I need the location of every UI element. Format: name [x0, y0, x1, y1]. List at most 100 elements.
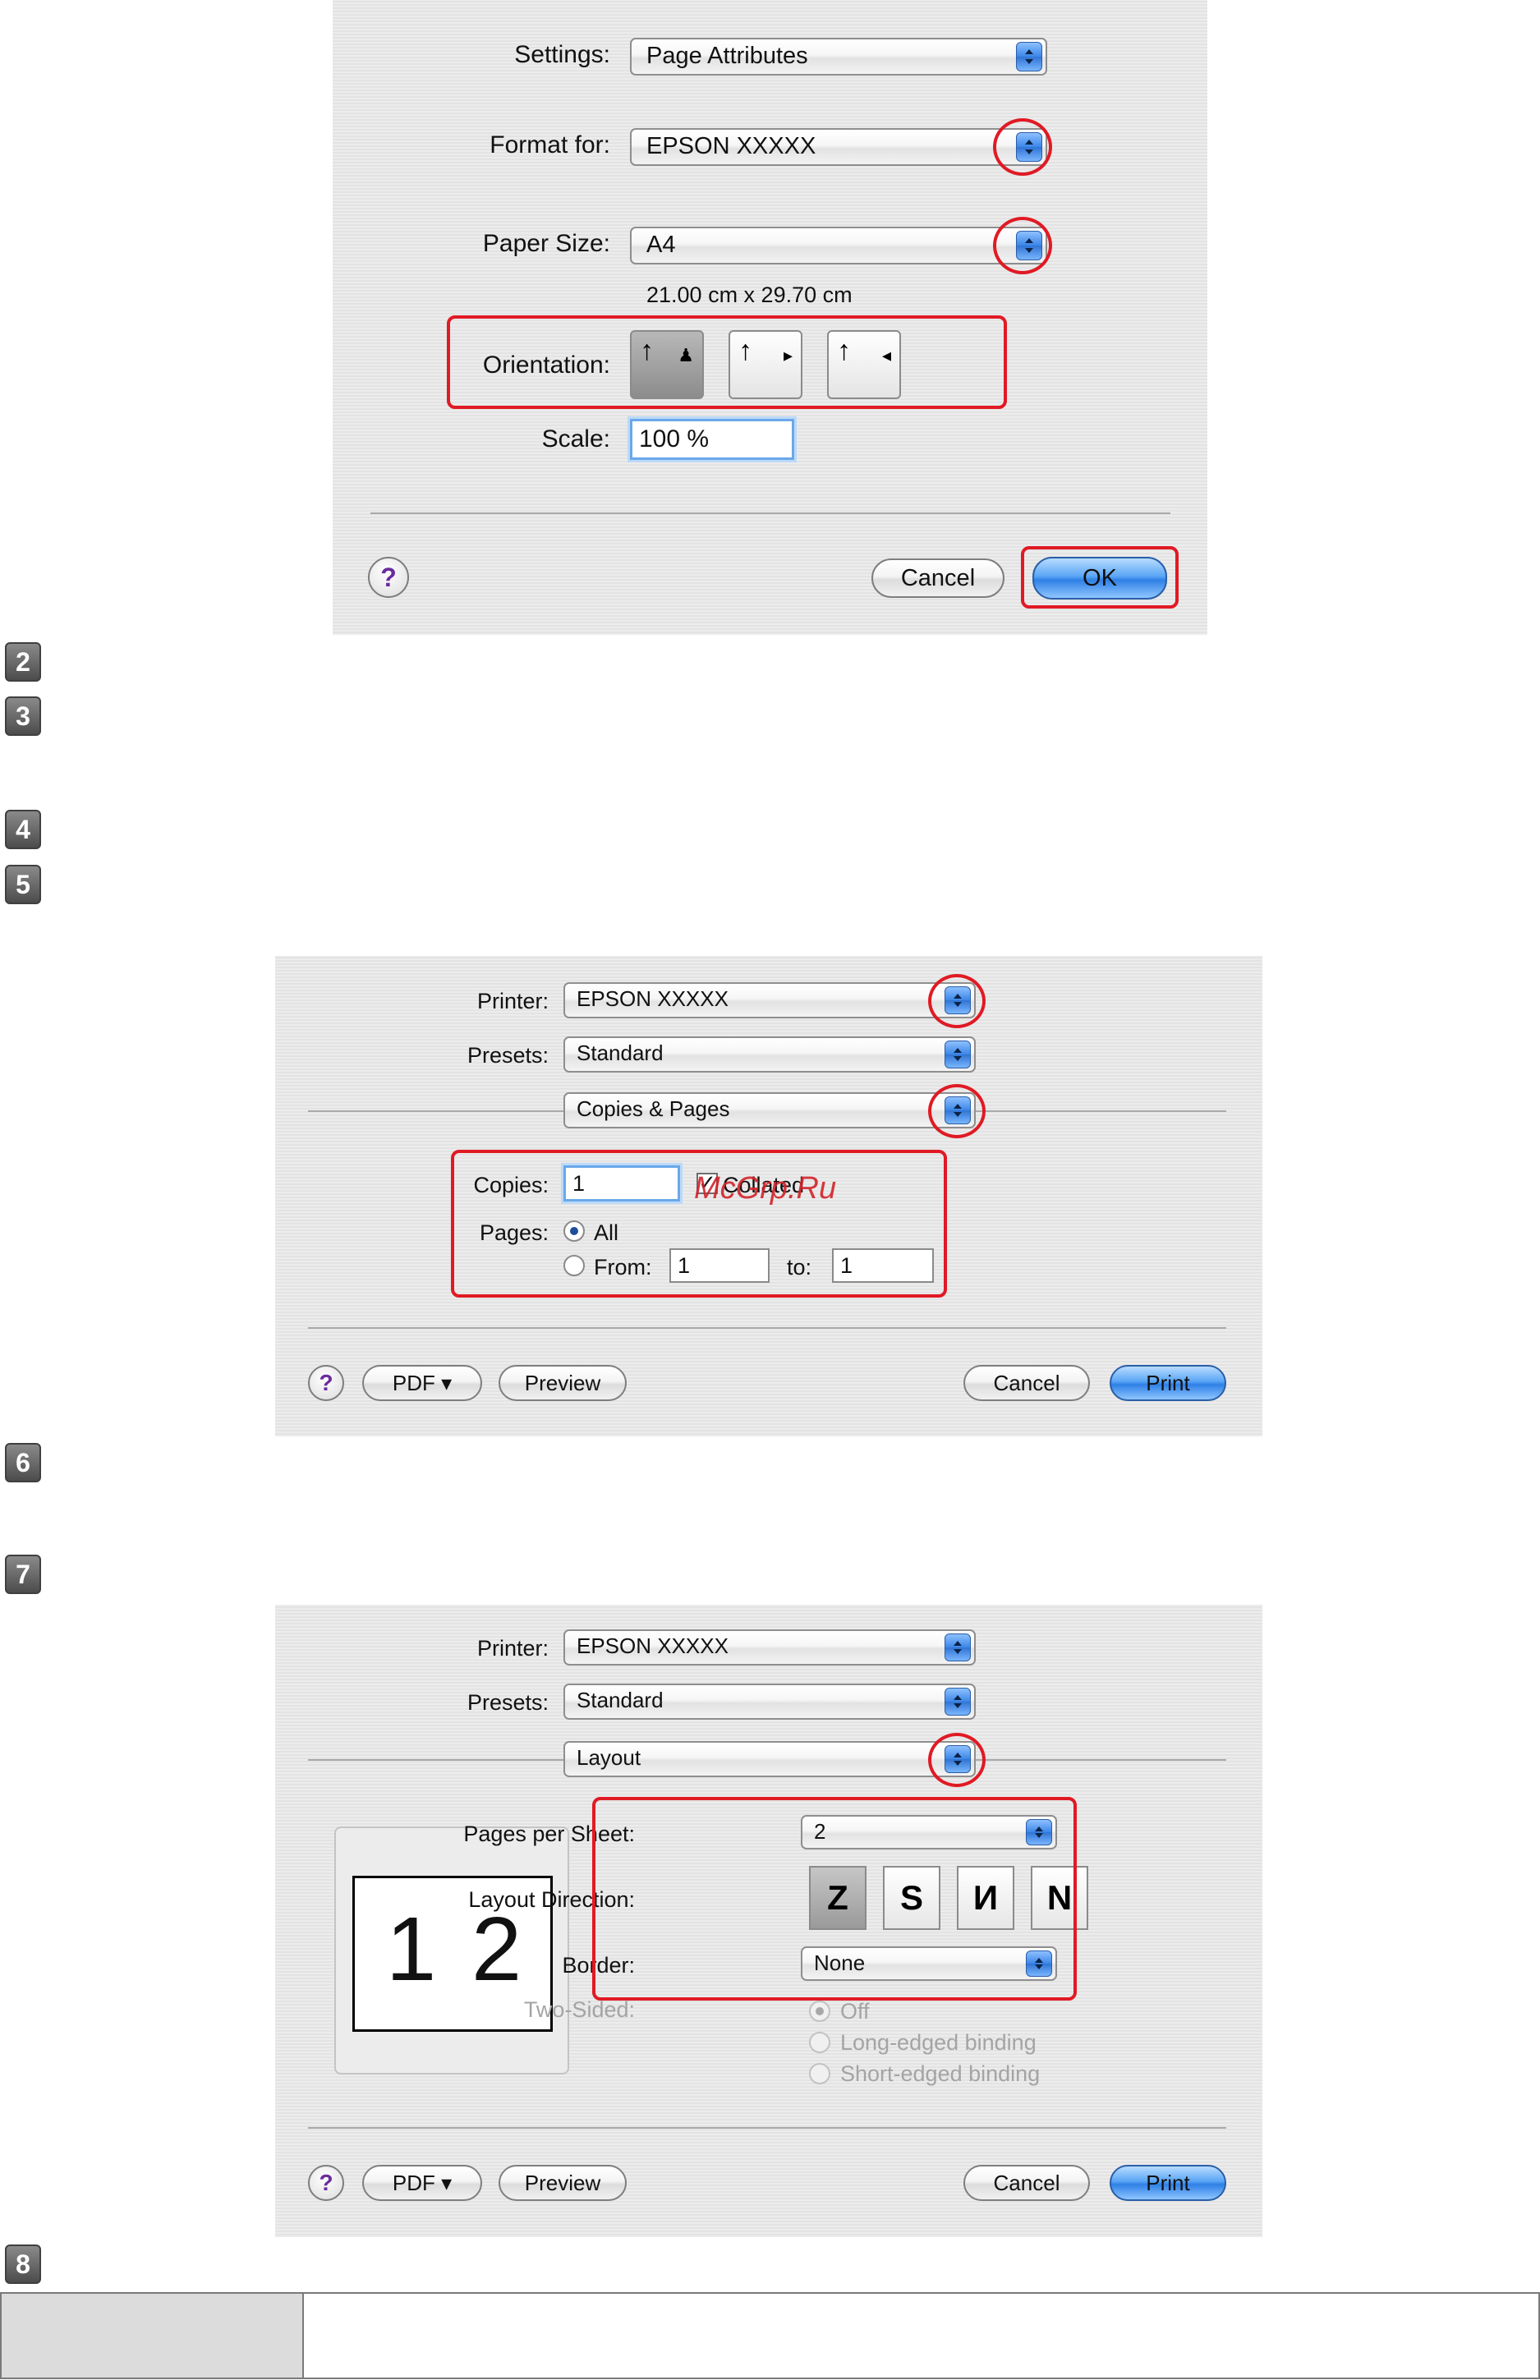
pages-from-input[interactable]: 1 [669, 1248, 770, 1283]
table-body-cell [304, 2294, 1538, 2378]
settings-value: Page Attributes [646, 43, 808, 69]
step-badge: 6 [5, 1443, 41, 1482]
table-header-cell [2, 2294, 304, 2378]
scale-label: Scale: [541, 425, 610, 453]
paper-size-value: A4 [646, 232, 676, 258]
layout-direction-n-button[interactable]: N [1031, 1866, 1088, 1930]
two-sided-short-label: Short-edged binding [840, 2061, 1041, 2086]
divider [308, 2127, 1226, 2129]
info-table [0, 2292, 1540, 2379]
settings-popup[interactable]: Page Attributes [630, 38, 1047, 76]
two-sided-short-radio[interactable] [809, 2063, 830, 2084]
pane-popup[interactable]: Layout [563, 1741, 976, 1777]
printer-value: EPSON XXXXX [577, 986, 729, 1011]
presets-label: Presets: [467, 1043, 549, 1068]
orientation-label: Orientation: [482, 351, 610, 379]
print-button[interactable]: Print [1110, 1365, 1226, 1401]
layout-direction-n-reverse-button[interactable]: И [957, 1866, 1014, 1930]
two-sided-long-label: Long-edged binding [840, 2030, 1037, 2055]
watermark: McGrp.Ru [694, 1171, 837, 1206]
popup-stepper-icon [945, 1041, 971, 1068]
pane-value: Layout [577, 1745, 641, 1770]
popup-stepper-icon [1026, 1950, 1052, 1977]
popup-stepper-icon [945, 1096, 971, 1124]
step-badge: 2 [5, 642, 41, 682]
pages-to-input[interactable]: 1 [832, 1248, 934, 1283]
copies-input[interactable]: 1 [563, 1165, 680, 1201]
pane-value: Copies & Pages [577, 1096, 730, 1121]
cancel-button[interactable]: Cancel [963, 1365, 1090, 1401]
border-value: None [814, 1950, 866, 1975]
person-icon: ♟ [678, 345, 694, 365]
pdf-button[interactable]: PDF ▾ [362, 2165, 482, 2201]
paper-size-popup[interactable]: A4 [630, 227, 1047, 264]
popup-stepper-icon [1026, 1819, 1052, 1845]
printer-popup[interactable]: EPSON XXXXX [563, 1629, 976, 1666]
two-sided-off-label: Off [840, 1999, 870, 2024]
pdf-button[interactable]: PDF ▾ [362, 1365, 482, 1401]
print-layout-dialog: Printer: EPSON XXXXX Presets: Standard L… [275, 1605, 1262, 2237]
print-button[interactable]: Print [1110, 2165, 1226, 2201]
two-sided-long-radio[interactable] [809, 2032, 830, 2053]
pages-all-label: All [594, 1220, 619, 1245]
pages-label: Pages: [479, 1220, 549, 1245]
pages-per-sheet-label: Pages per Sheet: [463, 1822, 635, 1846]
copies-label: Copies: [473, 1173, 549, 1197]
divider [370, 512, 1170, 514]
print-copies-dialog: Printer: EPSON XXXXX Presets: Standard C… [275, 956, 1262, 1436]
orientation-reverse-landscape-button[interactable]: ↑ ◂ [827, 330, 901, 399]
two-sided-off-radio[interactable] [809, 2001, 830, 2022]
presets-value: Standard [577, 1688, 664, 1712]
printer-popup[interactable]: EPSON XXXXX [563, 982, 976, 1018]
up-arrow-icon: ↑ [837, 335, 851, 366]
presets-label: Presets: [467, 1690, 549, 1715]
popup-stepper-icon [1016, 231, 1042, 260]
layout-direction-label: Layout Direction: [468, 1887, 635, 1912]
format-for-value: EPSON XXXXX [646, 133, 816, 159]
cancel-button[interactable]: Cancel [871, 558, 1004, 598]
up-arrow-icon: ↑ [738, 335, 752, 366]
pane-popup[interactable]: Copies & Pages [563, 1092, 976, 1128]
preview-button[interactable]: Preview [499, 1365, 627, 1401]
printer-value: EPSON XXXXX [577, 1633, 729, 1658]
presets-popup[interactable]: Standard [563, 1684, 976, 1720]
pages-per-sheet-popup[interactable]: 2 [801, 1815, 1057, 1849]
paper-size-label: Paper Size: [482, 230, 610, 257]
up-arrow-icon: ↑ [640, 335, 654, 366]
ok-button[interactable]: OK [1032, 557, 1167, 600]
border-popup[interactable]: None [801, 1946, 1057, 1981]
popup-stepper-icon [945, 986, 971, 1014]
step-badge: 7 [5, 1555, 41, 1594]
layout-direction-s-button[interactable]: S [883, 1866, 940, 1930]
presets-popup[interactable]: Standard [563, 1036, 976, 1073]
pages-from-label: From: [594, 1255, 652, 1280]
person-reverse-icon: ◂ [881, 345, 891, 365]
help-button[interactable]: ? [308, 2165, 344, 2201]
help-button[interactable]: ? [368, 557, 409, 598]
orientation-landscape-button[interactable]: ↑ ▸ [729, 330, 802, 399]
step-badge: 3 [5, 696, 41, 736]
layout-direction-z-button[interactable]: Z [809, 1866, 867, 1930]
popup-stepper-icon [945, 1633, 971, 1661]
pages-all-radio[interactable] [563, 1220, 585, 1242]
help-button[interactable]: ? [308, 1365, 344, 1401]
step-badge: 5 [5, 865, 41, 904]
step-badge: 4 [5, 810, 41, 849]
printer-label: Printer: [476, 1636, 549, 1661]
page-setup-dialog: Settings: Page Attributes Format for: EP… [333, 0, 1207, 635]
divider [308, 1110, 563, 1112]
two-sided-label: Two-Sided: [523, 1997, 635, 2022]
printer-label: Printer: [476, 989, 549, 1013]
pages-per-sheet-value: 2 [814, 1819, 826, 1844]
format-for-label: Format for: [490, 131, 610, 159]
popup-stepper-icon [945, 1745, 971, 1773]
scale-input[interactable]: 100 % [630, 419, 794, 460]
format-for-popup[interactable]: EPSON XXXXX [630, 128, 1047, 166]
preview-button[interactable]: Preview [499, 2165, 627, 2201]
popup-stepper-icon [1016, 132, 1042, 162]
pages-from-radio[interactable] [563, 1255, 585, 1276]
orientation-portrait-button[interactable]: ↑ ♟ [630, 330, 704, 399]
popup-stepper-icon [945, 1688, 971, 1716]
cancel-button[interactable]: Cancel [963, 2165, 1090, 2201]
paper-dimensions: 21.00 cm x 29.70 cm [646, 283, 853, 307]
